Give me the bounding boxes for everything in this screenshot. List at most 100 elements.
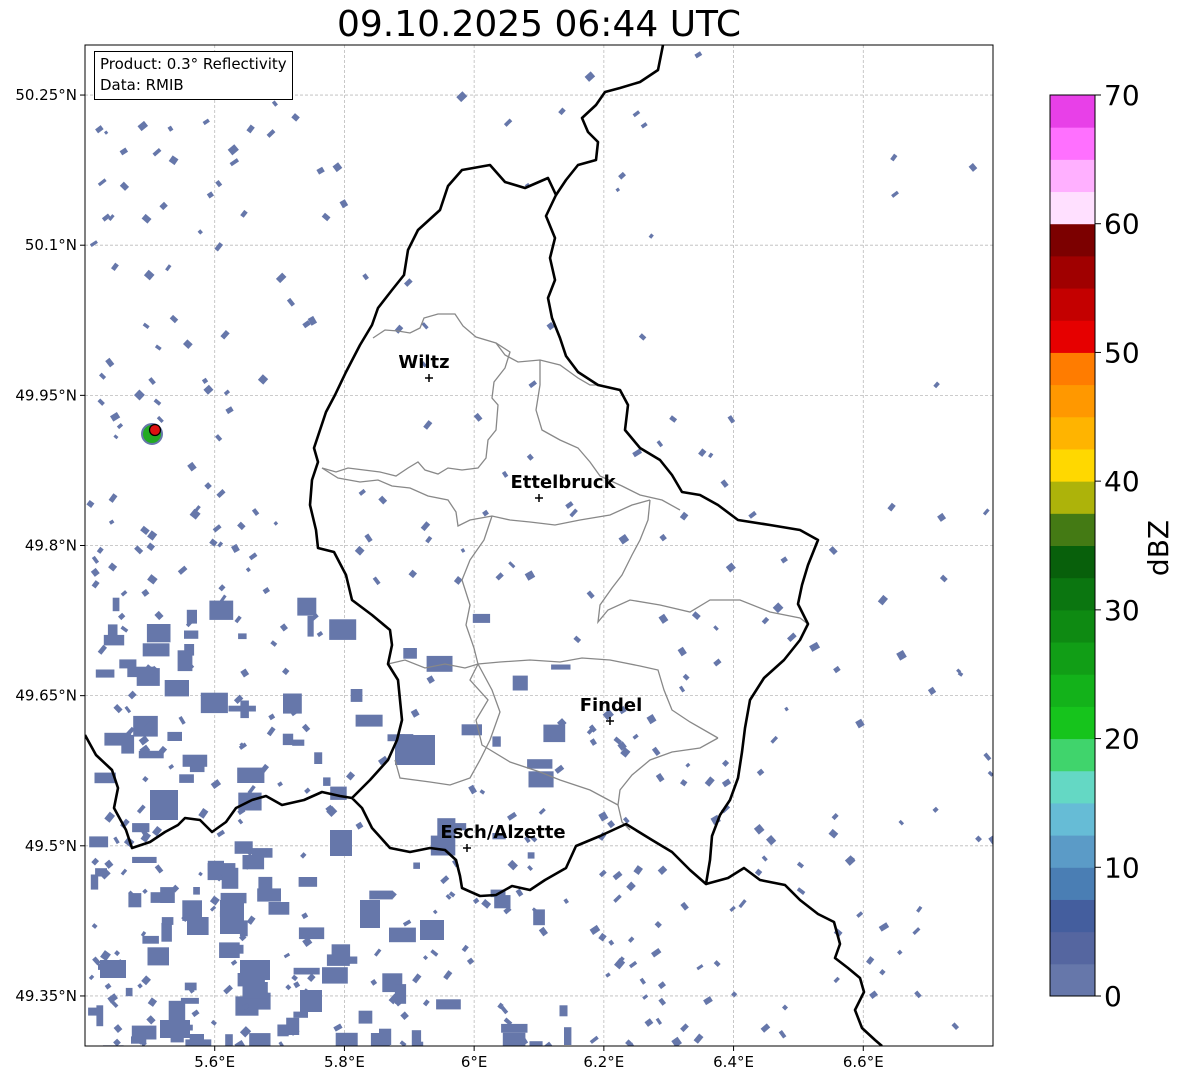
colorbar: 0 10 20 30 40 50 60 70 dBZ — [1049, 79, 1175, 1013]
echo-cell — [225, 944, 244, 954]
echo-cell — [527, 759, 553, 769]
colorbar-swatch — [1050, 191, 1095, 225]
echo-cell — [501, 1023, 528, 1033]
echo-cell — [293, 967, 320, 975]
lon-tick-label: 6°E — [461, 1053, 488, 1071]
echo-cell — [180, 997, 199, 1004]
echo-cell — [189, 765, 205, 773]
colorbar-tick-label: 20 — [1104, 723, 1140, 756]
echo-cell — [403, 648, 417, 659]
echo-cell — [103, 634, 125, 646]
echo-cell — [268, 902, 290, 915]
echo-cell — [200, 692, 228, 714]
echo-cell — [228, 705, 256, 712]
echo-cell — [436, 999, 461, 1010]
city-label-ettelbruck: Ettelbruck — [510, 472, 616, 493]
echo-cell — [559, 1005, 568, 1017]
echo-cell — [335, 1032, 358, 1046]
echo-cell — [95, 669, 115, 678]
echo-cell — [90, 874, 99, 890]
echo-cell — [132, 823, 150, 833]
colorbar-ticks: 0 10 20 30 40 50 60 70 — [1095, 79, 1140, 1013]
colorbar-swatch — [1050, 738, 1095, 772]
colorbar-swatch — [1050, 513, 1095, 546]
echo-cell — [543, 724, 566, 743]
colorbar-swatch — [1050, 95, 1095, 128]
echo-cell — [207, 860, 224, 871]
echo-cell — [283, 693, 302, 714]
echo-cell — [394, 984, 407, 1004]
colorbar-swatch — [1050, 481, 1095, 514]
echo-cell — [161, 917, 174, 925]
echo-cell — [358, 1010, 373, 1024]
echo-cluster — [100, 960, 126, 978]
echo-cell — [528, 771, 554, 788]
product-info-box: Product: 0.3° Reflectivity Data: RMIB — [94, 51, 293, 100]
colorbar-swatch — [1050, 802, 1095, 836]
echo-cell — [307, 615, 314, 637]
colorbar-tick-label: 30 — [1104, 594, 1140, 627]
echo-cell — [298, 927, 325, 940]
colorbar-swatch — [1050, 835, 1095, 868]
echo-cell — [258, 876, 273, 889]
colorbar-swatch — [1050, 899, 1095, 933]
echo-cell — [168, 1000, 186, 1022]
echo-cell — [350, 689, 363, 702]
echo-cell — [187, 917, 209, 935]
colorbar-swatch — [1050, 963, 1095, 997]
echo-cell — [277, 1024, 289, 1037]
echo-cell — [502, 1032, 526, 1046]
echo-cell — [472, 613, 491, 623]
colorbar-swatch — [1050, 867, 1095, 900]
colorbar-swatch — [1050, 577, 1095, 611]
colorbar-swatch — [1050, 706, 1095, 740]
echo-cell — [131, 1036, 147, 1044]
longitude-ticks: 5.6°E 5.8°E 6°E 6.2°E 6.4°E 6.6°E — [194, 1046, 884, 1071]
echo-cell — [125, 987, 133, 997]
colorbar-swatch — [1050, 320, 1095, 353]
colorbar-tick-label: 0 — [1104, 980, 1122, 1013]
echo-cell — [132, 856, 157, 863]
echo-cell — [89, 836, 109, 848]
echo-cell — [322, 967, 348, 984]
echo-cell — [161, 922, 172, 942]
radar-figure: Wiltz Ettelbruck Findel Esch/Alzette 5.6… — [15, 44, 1175, 1071]
colorbar-tick-label: 70 — [1104, 79, 1140, 112]
echo-cell — [297, 597, 317, 616]
latitude-ticks: 50.25°N 50.1°N 49.95°N 49.8°N 49.65°N 49.5°N 4… — [15, 86, 85, 1005]
colorbar-swatch — [1050, 931, 1095, 965]
echo-cell — [167, 731, 182, 741]
echo-cluster — [220, 900, 244, 934]
echo-cluster — [360, 900, 380, 928]
colorbar-swatches — [1050, 95, 1095, 997]
colorbar-swatch — [1050, 223, 1095, 257]
colorbar-label: dBZ — [1142, 520, 1175, 576]
echo-cell — [177, 650, 193, 672]
lat-tick-label: 50.1°N — [25, 236, 77, 254]
radar-site-marker[interactable] — [141, 423, 163, 445]
city-label-findel: Findel — [580, 695, 643, 716]
echo-cell — [329, 619, 357, 640]
echo-cell — [179, 774, 194, 783]
lon-tick-label: 5.8°E — [324, 1053, 365, 1071]
colorbar-swatch — [1050, 288, 1095, 321]
echo-cell — [186, 609, 197, 624]
lon-tick-label: 6.2°E — [583, 1053, 624, 1071]
echo-cell — [282, 733, 294, 746]
echo-cell — [238, 633, 247, 640]
echo-cell — [298, 877, 318, 887]
echo-cell — [527, 852, 535, 859]
echo-cluster — [150, 790, 178, 820]
map-panel[interactable]: Wiltz Ettelbruck Findel Esch/Alzette — [84, 44, 998, 1064]
colorbar-swatch — [1050, 609, 1095, 643]
echo-cell — [193, 887, 200, 895]
echo-cluster — [420, 920, 444, 940]
colorbar-swatch — [1050, 159, 1095, 193]
echo-cell — [242, 982, 268, 999]
data-source-label: Data: RMIB — [100, 76, 184, 94]
echo-cell — [150, 892, 173, 903]
echo-cell — [242, 855, 265, 870]
echo-cell — [104, 732, 132, 746]
colorbar-swatch — [1050, 255, 1095, 289]
colorbar-tick-label: 40 — [1104, 465, 1140, 498]
